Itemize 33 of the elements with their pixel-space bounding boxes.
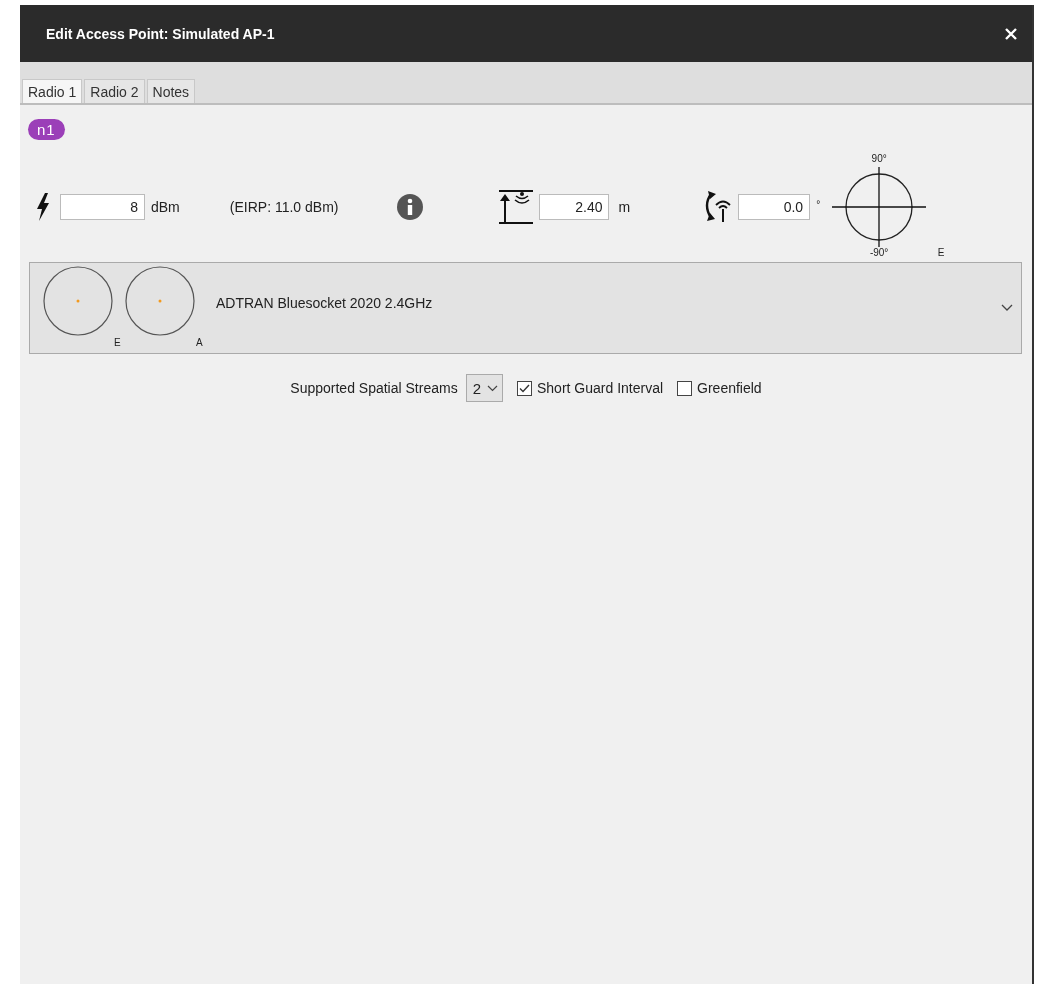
- eirp-label: (EIRP: 11.0 dBm): [229, 199, 339, 215]
- unit-label: °: [816, 199, 821, 210]
- info-icon: [396, 193, 425, 221]
- tab[interactable]: Notes: [146, 79, 196, 103]
- streams-label: Supported Spatial Streams: [290, 380, 458, 396]
- plane-label: E: [936, 247, 946, 260]
- antenna-dropdown[interactable]: E A ADTRAN Bluesocket 2020 2.4GHz: [29, 262, 1022, 354]
- height-field[interactable]: 2.40: [539, 194, 610, 220]
- unit-label: dBm: [151, 199, 180, 215]
- close-icon: [1004, 26, 1018, 41]
- antenna-name: ADTRAN Bluesocket 2020 2.4GHz: [216, 295, 434, 311]
- plane-label: E: [114, 337, 122, 350]
- select-value: 2: [472, 379, 481, 397]
- streams-select[interactable]: 2: [465, 374, 503, 402]
- power-field[interactable]: 8: [60, 194, 145, 220]
- checkbox[interactable]: Short Guard Interval: [517, 380, 664, 396]
- lightning-icon: [36, 192, 50, 222]
- window-title: Edit Access Point: Simulated AP-1: [46, 25, 275, 42]
- checkbox[interactable]: Greenfield: [677, 380, 762, 396]
- check-icon: [519, 383, 530, 393]
- angle-label: 90°: [870, 153, 888, 166]
- chevron-down-icon: [487, 384, 498, 392]
- height-icon: [499, 190, 534, 224]
- chevron-down-icon: [1001, 304, 1013, 312]
- standard-badge: n1: [28, 119, 65, 140]
- tilt-field[interactable]: 0.0: [738, 194, 811, 220]
- plane-label: A: [196, 337, 204, 350]
- antenna-pattern: [124, 265, 196, 337]
- tab[interactable]: Radio 1: [22, 79, 83, 103]
- unit-label: m: [618, 199, 631, 215]
- tab[interactable]: Radio 2: [84, 79, 145, 103]
- angle-label: -90°: [868, 247, 890, 260]
- antenna-pattern: [42, 265, 114, 337]
